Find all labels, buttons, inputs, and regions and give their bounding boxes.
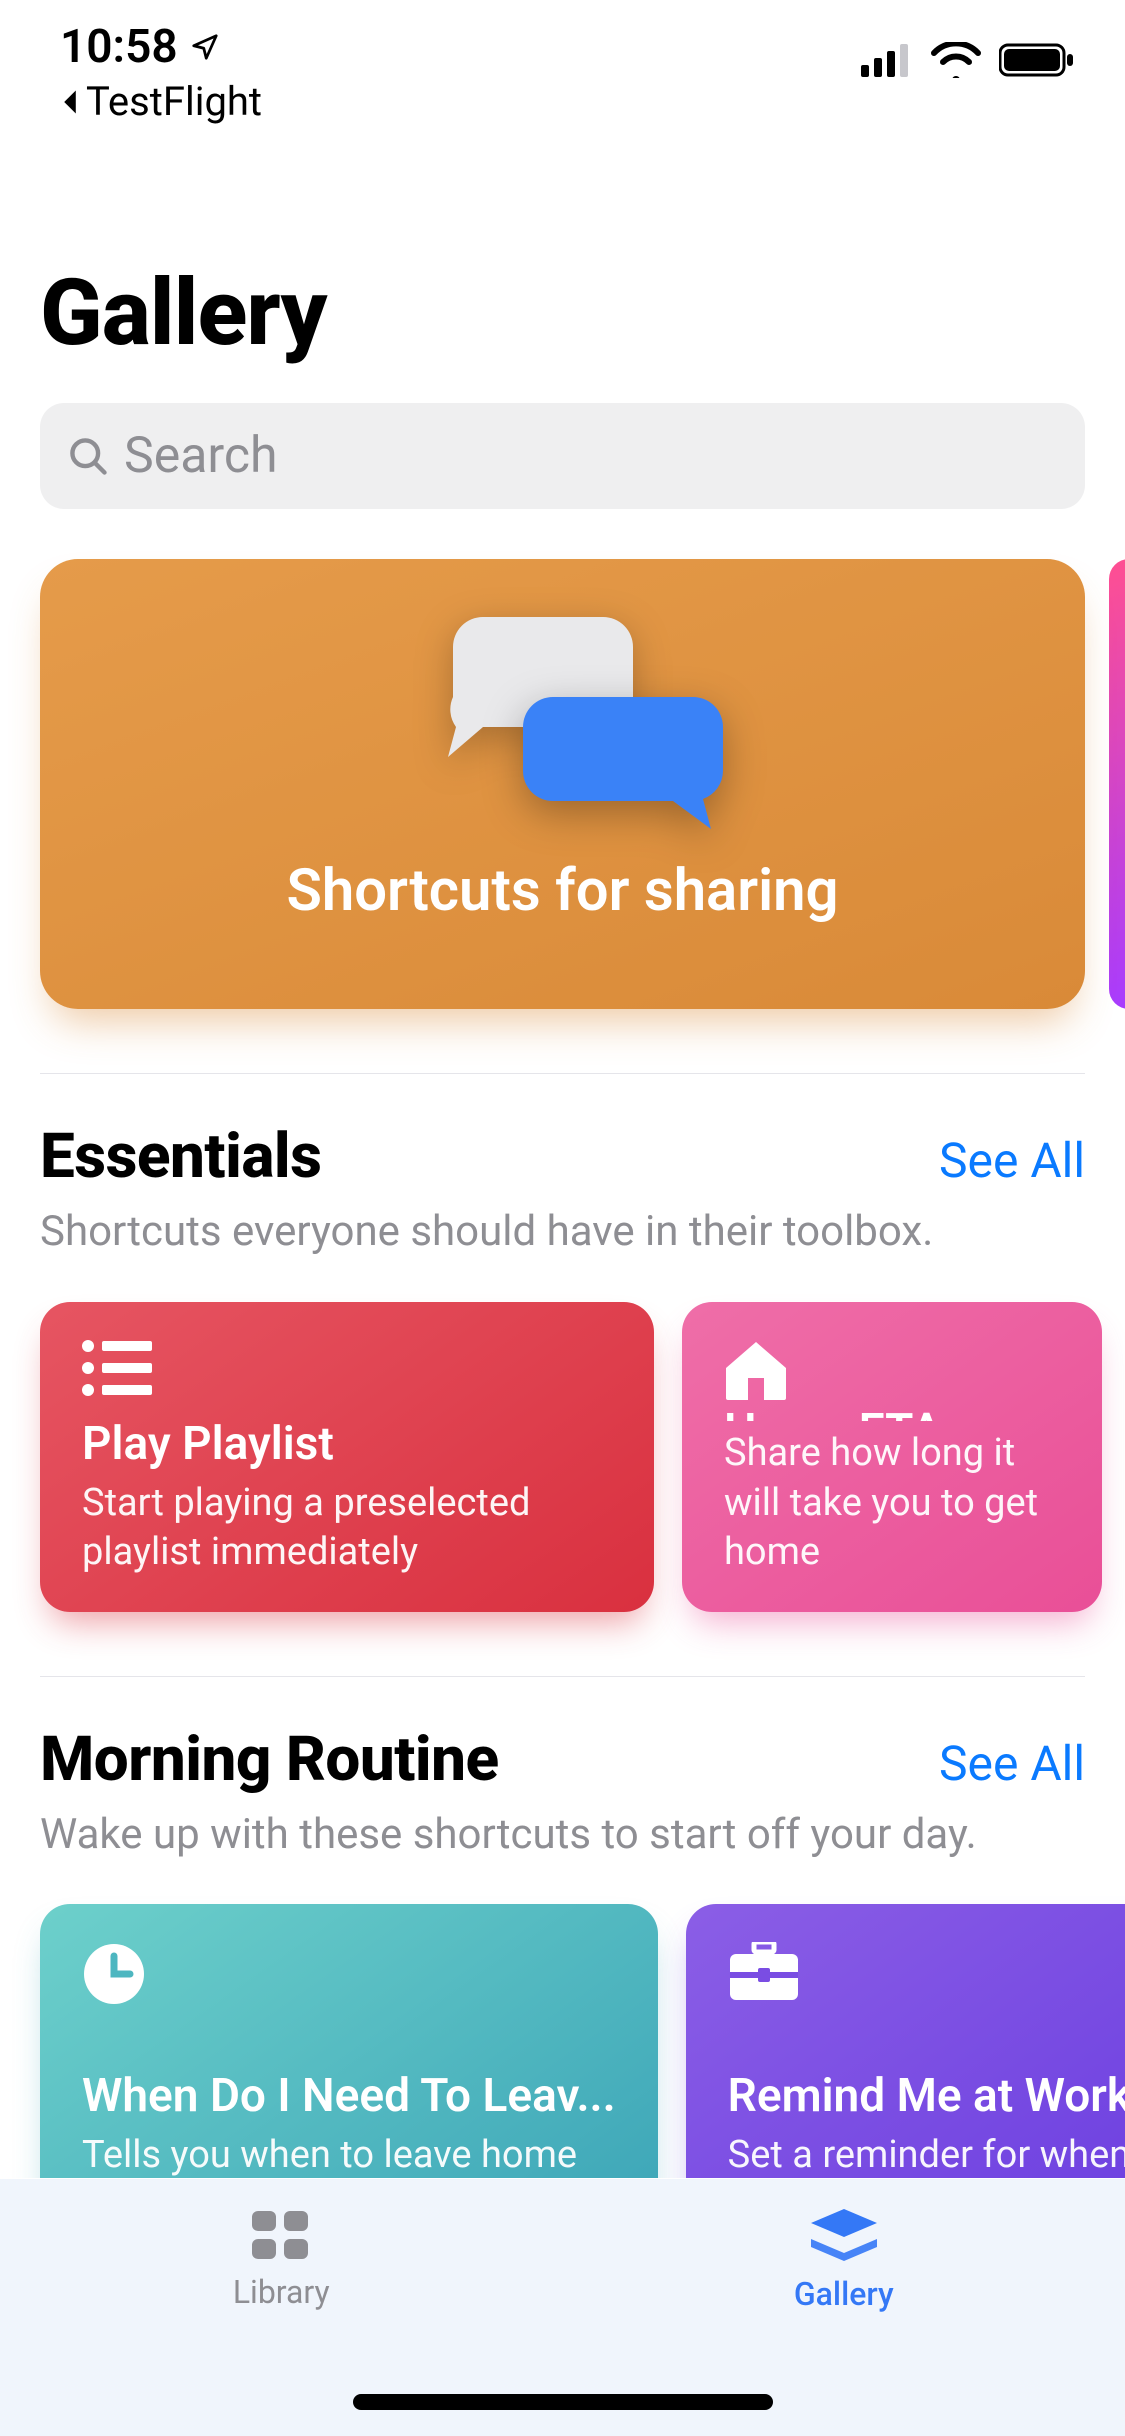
list-icon bbox=[82, 1340, 152, 1396]
section-title-essentials: Essentials bbox=[40, 1120, 321, 1193]
shortcut-subtitle: Share how long it will take you to get h… bbox=[724, 1429, 1060, 1577]
back-caret-icon bbox=[60, 89, 80, 115]
section-title-morning: Morning Routine bbox=[40, 1723, 499, 1796]
back-to-app-label: TestFlight bbox=[86, 78, 262, 125]
divider bbox=[40, 1676, 1085, 1677]
search-bar[interactable] bbox=[40, 403, 1085, 509]
battery-icon bbox=[999, 42, 1075, 78]
back-to-app-button[interactable]: TestFlight bbox=[60, 78, 262, 125]
shortcut-card-remind-at-work[interactable]: Remind Me at Work Set a reminder for whe… bbox=[686, 1904, 1125, 2214]
home-icon bbox=[724, 1340, 788, 1400]
wifi-icon bbox=[931, 42, 981, 78]
shortcut-subtitle: Start playing a preselected playlist imm… bbox=[82, 1479, 612, 1578]
status-time: 10:58 bbox=[60, 20, 262, 74]
search-input[interactable] bbox=[124, 427, 1059, 485]
status-time-value: 10:58 bbox=[60, 20, 178, 74]
tab-label: Library bbox=[233, 2273, 330, 2311]
morning-card-row[interactable]: When Do I Need To Leav... Tells you when… bbox=[40, 1904, 1085, 2214]
shortcut-title: Play Playlist bbox=[82, 1417, 612, 1471]
shortcut-subtitle: Tells you when to leave home bbox=[82, 2131, 616, 2180]
see-all-morning[interactable]: See All bbox=[939, 1735, 1085, 1792]
clock-icon bbox=[82, 1942, 146, 2006]
hero-card-next[interactable] bbox=[1109, 559, 1125, 1009]
shortcut-subtitle: Set a reminder for when bbox=[728, 2131, 1125, 2180]
divider bbox=[40, 1073, 1085, 1074]
shortcut-card-when-to-leave[interactable]: When Do I Need To Leav... Tells you when… bbox=[40, 1904, 658, 2214]
shortcut-card-play-playlist[interactable]: Play Playlist Start playing a preselecte… bbox=[40, 1302, 654, 1612]
hero-card-sharing[interactable]: Shortcuts for sharing bbox=[40, 559, 1085, 1009]
page-title: Gallery bbox=[40, 260, 1085, 367]
briefcase-icon bbox=[728, 1942, 800, 2002]
library-icon bbox=[248, 2207, 314, 2263]
cellular-icon bbox=[861, 43, 913, 77]
section-subtitle-essentials: Shortcuts everyone should have in their … bbox=[40, 1205, 1085, 1260]
hero-caption: Shortcuts for sharing bbox=[286, 857, 838, 925]
search-icon bbox=[66, 434, 110, 478]
shortcut-card-home-eta[interactable]: Home ETA Share how long it will take you… bbox=[682, 1302, 1102, 1612]
essentials-card-row[interactable]: Play Playlist Start playing a preselecte… bbox=[40, 1302, 1085, 1612]
shortcut-title: Remind Me at Work bbox=[728, 2069, 1125, 2123]
location-icon bbox=[190, 32, 220, 62]
status-right bbox=[861, 42, 1075, 78]
shortcut-title: Home ETA bbox=[724, 1404, 1060, 1422]
tab-label: Gallery bbox=[794, 2275, 894, 2313]
gallery-icon bbox=[805, 2207, 883, 2265]
see-all-essentials[interactable]: See All bbox=[939, 1132, 1085, 1189]
shortcut-title: When Do I Need To Leav... bbox=[82, 2069, 616, 2123]
status-bar: 10:58 TestFlight bbox=[0, 0, 1125, 110]
section-subtitle-morning: Wake up with these shortcuts to start of… bbox=[40, 1808, 1085, 1863]
chat-bubbles-icon bbox=[423, 617, 703, 827]
home-indicator[interactable] bbox=[353, 2394, 773, 2410]
hero-carousel[interactable]: Shortcuts for sharing bbox=[40, 559, 1085, 1009]
